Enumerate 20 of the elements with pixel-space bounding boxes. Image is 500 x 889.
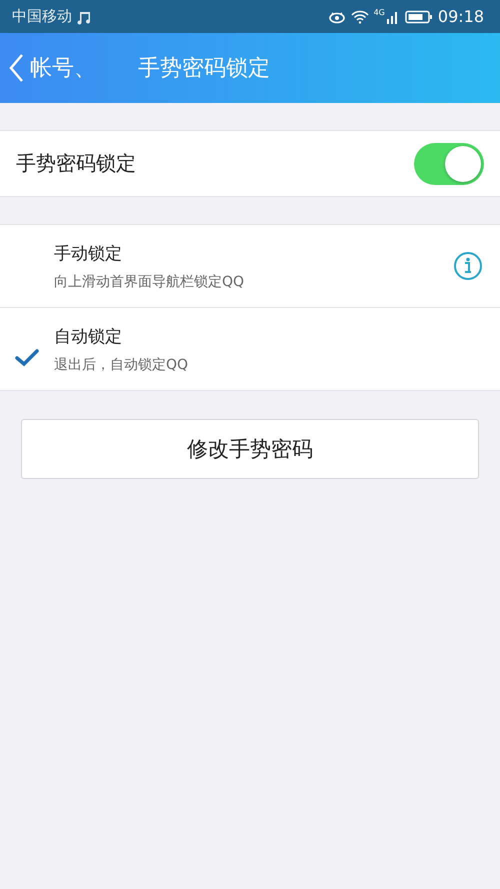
option-description: 退出后，自动锁定QQ (54, 356, 188, 374)
network-type: 4G (374, 8, 385, 17)
battery-icon (404, 10, 433, 24)
clock-time: 09:18 (438, 7, 484, 26)
change-gesture-password-button[interactable]: 修改手势密码 (21, 419, 479, 479)
option-title: 自动锁定 (54, 326, 122, 348)
checkmark-icon (15, 349, 39, 367)
wifi-icon (350, 10, 369, 24)
back-chevron-icon (8, 53, 24, 83)
option-description: 向上滑动首界面导航栏锁定QQ (54, 272, 244, 290)
carrier-name: 中国移动 (12, 7, 72, 26)
toggle-switch[interactable] (414, 142, 484, 184)
page-title: 手势密码锁定 (138, 55, 270, 83)
option-row[interactable]: 自动锁定 退出后，自动锁定QQ (0, 307, 500, 390)
setting-label: 手势密码锁定 (16, 150, 136, 177)
option-row[interactable]: 手动锁定 向上滑动首界面导航栏锁定QQ (0, 225, 500, 307)
signal-icon (386, 10, 400, 24)
eye-icon (328, 10, 346, 24)
option-title: 手动锁定 (54, 242, 122, 264)
info-icon[interactable] (453, 251, 483, 281)
